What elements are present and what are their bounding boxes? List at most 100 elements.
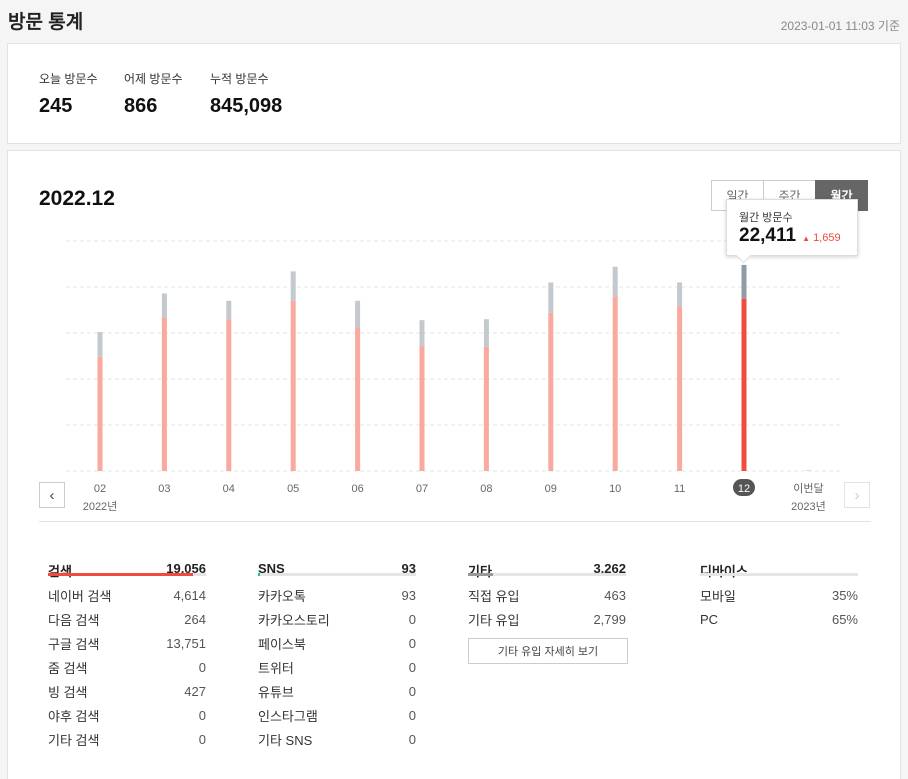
etc-header: 기타 3,262	[468, 547, 626, 579]
chart-bar-top[interactable]	[290, 271, 296, 301]
sns-row-value: 0	[408, 659, 416, 675]
chart-bar-top[interactable]	[741, 264, 747, 299]
search-row: 다음 검색 264	[48, 607, 206, 631]
search-row-value: 427	[184, 683, 206, 699]
chart-bar[interactable]	[97, 356, 103, 471]
today-label: 오늘 방문수	[39, 72, 98, 86]
search-row-label: 다음 검색	[48, 612, 100, 628]
search-row-value: 0	[198, 659, 206, 675]
x-tick-label: 이번달	[793, 482, 823, 495]
today-visits: 오늘 방문수 245	[39, 70, 98, 118]
up-arrow-icon: ▲	[802, 234, 810, 243]
etc-row: 직접 유입 463	[468, 583, 626, 607]
sns-row: 페이스북 0	[258, 631, 416, 655]
search-title: 검색	[48, 564, 72, 579]
chart-bar[interactable]	[483, 346, 489, 471]
today-value: 245	[39, 95, 73, 117]
chart-bar[interactable]	[355, 327, 361, 471]
sns-row: 카카오스토리 0	[258, 607, 416, 631]
sns-row-label: 기타 SNS	[258, 733, 313, 749]
etc-bar-fill	[468, 573, 494, 576]
x-tick-label: 11	[674, 483, 685, 495]
chart-bar[interactable]	[548, 312, 554, 471]
x-tick-label: 04	[223, 483, 235, 495]
search-row-label: 기타 검색	[48, 733, 100, 749]
x-tick-label: 06	[351, 483, 363, 495]
sns-header: SNS 93	[258, 547, 416, 576]
sns-row-value: 0	[408, 683, 416, 699]
chart-bar-top[interactable]	[419, 320, 425, 346]
search-row-value: 13,751	[166, 635, 206, 651]
yesterday-visits: 어제 방문수 866	[124, 70, 183, 118]
search-bar-fill	[48, 573, 194, 576]
summary-card: 오늘 방문수 245 어제 방문수 866 누적 방문수 845,098	[7, 43, 901, 144]
search-row-label: 네이버 검색	[48, 588, 112, 604]
chart-bar[interactable]	[741, 298, 747, 471]
chart-bar[interactable]	[226, 319, 232, 471]
search-bar	[48, 573, 206, 576]
chart-bar[interactable]	[677, 306, 683, 471]
etc-list: 직접 유입 463 기타 유입 2,799	[468, 576, 626, 631]
tooltip-label: 월간 방문수	[739, 212, 793, 224]
chart-bar-top[interactable]	[226, 300, 232, 320]
chart-card: 2022.12 02 2022년 03 04 05 06 07 08 09 10 11 12 이번달 20…	[7, 150, 901, 779]
sns-row-value: 93	[401, 587, 416, 603]
x-tick-label: 12	[738, 483, 750, 495]
device-row-value: 65%	[831, 611, 858, 627]
chart-bar-top[interactable]	[612, 266, 618, 297]
etc-title: 기타	[468, 564, 492, 579]
sns-row-label: 카카오스토리	[258, 612, 330, 628]
tooltip-delta: ▲ 1,659	[802, 232, 841, 244]
yesterday-label: 어제 방문수	[124, 72, 183, 86]
sns-row: 트위터 0	[258, 655, 416, 679]
x-tick-label: 09	[545, 483, 557, 495]
chart-bar[interactable]	[161, 317, 167, 471]
x-tick-label: 08	[480, 483, 492, 495]
x-tick-label: 10	[609, 483, 621, 495]
chart-tooltip: 월간 방문수 22,411 ▲ 1,659	[726, 199, 858, 256]
total-label: 누적 방문수	[210, 72, 269, 86]
chart-bar-top[interactable]	[677, 282, 683, 307]
search-row-label: 줌 검색	[48, 660, 88, 676]
chevron-right-icon[interactable]: ›	[844, 482, 870, 508]
search-list: 네이버 검색 4,614 다음 검색 264 구글 검색 13,751 줌 검색 0 빙 검색 4…	[48, 576, 206, 752]
sns-bar	[258, 573, 416, 576]
chart-bar-top[interactable]	[97, 332, 103, 357]
chevron-left-icon[interactable]: ‹	[39, 482, 65, 508]
total-visits: 누적 방문수 845,098	[210, 70, 282, 118]
x-tick-label: 07	[416, 483, 428, 495]
sns-row-value: 0	[408, 732, 416, 748]
search-row-label: 야후 검색	[48, 709, 100, 725]
x-tick-sublabel: 2022년	[83, 500, 118, 513]
search-row: 기타 검색 0	[48, 728, 206, 752]
chart-bar-top[interactable]	[161, 293, 167, 318]
etc-detail-button[interactable]: 기타 유입 자세히 보기	[468, 638, 628, 665]
chart-bar[interactable]	[419, 345, 425, 471]
chart-bar-top[interactable]	[548, 282, 554, 313]
base-time: 2023-01-01 11:03 기준	[780, 19, 900, 33]
search-header: 검색 19,056	[48, 547, 206, 579]
device-title: 디바이스	[700, 564, 748, 579]
search-row-value: 264	[184, 611, 206, 627]
x-tick-sublabel: 2023년	[791, 500, 826, 513]
sns-row-value: 0	[408, 708, 416, 724]
device-header: 디바이스	[700, 547, 858, 579]
sns-row: 유튜브 0	[258, 679, 416, 703]
x-tick-label: 05	[287, 483, 299, 495]
chart-bar[interactable]	[612, 296, 618, 471]
divider	[39, 521, 871, 522]
search-row: 네이버 검색 4,614	[48, 583, 206, 607]
sns-stats: SNS 93 카카오톡 93 카카오스토리 0 페이스북 0 트위터 0 유튜브 0 인스타그램 0 기…	[258, 547, 416, 752]
sns-row-value: 0	[408, 611, 416, 627]
device-row: PC 65%	[700, 607, 858, 631]
search-row-value: 0	[198, 732, 206, 748]
yesterday-value: 866	[124, 95, 158, 117]
chart-bar-top[interactable]	[483, 319, 489, 347]
sns-row-value: 0	[408, 635, 416, 651]
chart-bar[interactable]	[290, 300, 296, 471]
device-row-value: 35%	[831, 587, 858, 603]
search-row-value: 4,614	[173, 587, 206, 603]
total-value: 845,098	[210, 95, 283, 117]
sns-row-label: 카카오톡	[258, 588, 306, 604]
chart-bar-top[interactable]	[355, 300, 361, 328]
